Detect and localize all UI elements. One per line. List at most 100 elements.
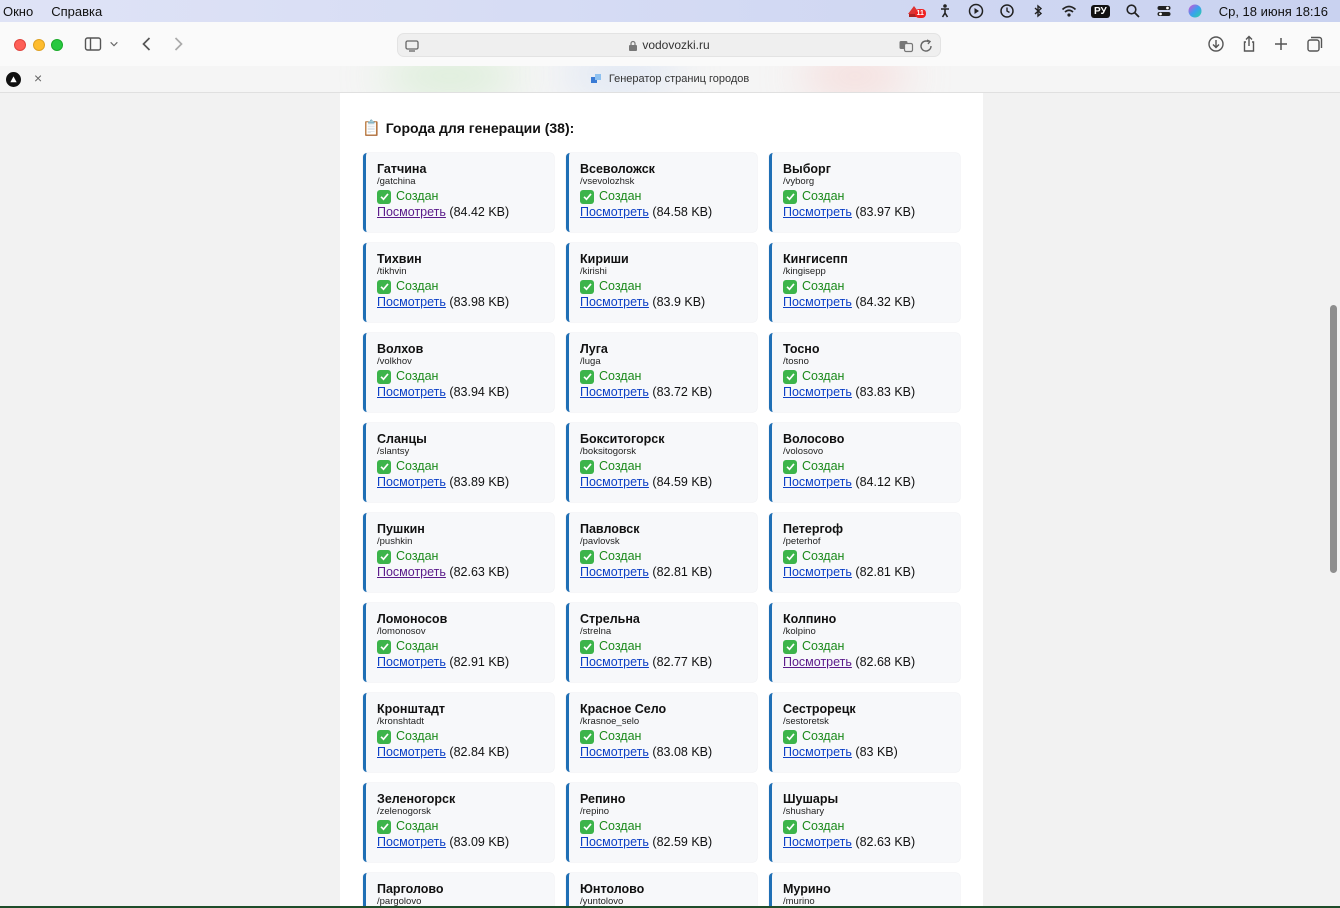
view-page-link[interactable]: Посмотреть [783,835,852,849]
view-line: Посмотреть (82.68 KB) [783,655,960,670]
status-text: Создан [396,369,439,383]
status-text: Создан [802,369,845,383]
view-page-link[interactable]: Посмотреть [377,475,446,489]
reload-icon[interactable] [918,38,934,54]
url-text[interactable]: vodovozki.ru [642,38,709,52]
view-page-link[interactable]: Посмотреть [783,745,852,759]
city-card: Сланцы/slantsy Создан Посмотреть (83.89 KB… [363,423,554,502]
city-card: Тихвин/tikhvin Создан Посмотреть (83.98 KB… [363,243,554,322]
view-page-link[interactable]: Посмотреть [580,565,649,579]
file-size: (82.68 KB) [855,655,916,669]
view-page-link[interactable]: Посмотреть [783,385,852,399]
page-menu-icon[interactable] [404,38,420,54]
share-icon[interactable] [1238,34,1260,54]
check-box-icon [580,639,594,654]
status-text: Создан [802,819,845,833]
menu-window[interactable]: Окно [3,4,33,19]
tab-overview-icon[interactable] [1304,34,1326,54]
address-bar[interactable]: vodovozki.ru [397,33,941,57]
zoom-window-button[interactable] [51,39,63,51]
translate-icon[interactable] [898,38,914,54]
status-badge: Создан [783,818,960,835]
view-page-link[interactable]: Посмотреть [783,655,852,669]
back-button[interactable] [136,34,158,54]
status-badge: Создан [783,728,960,745]
city-card: Павловск/pavlovsk Создан Посмотреть (82.81… [566,513,757,592]
view-page-link[interactable]: Посмотреть [580,475,649,489]
downloads-icon[interactable] [1205,34,1227,54]
close-window-button[interactable] [14,39,26,51]
view-page-link[interactable]: Посмотреть [377,295,446,309]
accessibility-icon[interactable] [930,0,961,22]
view-page-link[interactable]: Посмотреть [377,835,446,849]
spotlight-search-icon[interactable] [1118,0,1149,22]
input-source-indicator[interactable]: РУ [1090,4,1110,18]
view-page-link[interactable]: Посмотреть [580,295,649,309]
view-page-link[interactable]: Посмотреть [580,385,649,399]
status-badge: Создан [377,368,554,385]
tab-bar: × Генератор страниц городов [0,66,1340,93]
menu-help[interactable]: Справка [51,4,102,19]
view-page-link[interactable]: Посмотреть [580,655,649,669]
view-page-link[interactable]: Посмотреть [783,295,852,309]
file-size: (83.9 KB) [652,295,706,309]
sidebar-toggle-icon[interactable] [82,34,104,54]
siri-icon[interactable] [1180,0,1211,22]
view-page-link[interactable]: Посмотреть [377,655,446,669]
city-card: Зеленогорск/zelenogorsk Создан Посмотреть … [363,783,554,862]
check-box-icon [377,279,391,294]
city-name: Ломоносов [377,612,448,626]
view-page-link[interactable]: Посмотреть [377,385,446,399]
control-center-icon[interactable] [1149,0,1180,22]
city-name: Всеволожск [580,162,655,176]
view-line: Посмотреть (82.77 KB) [580,655,757,670]
view-page-link[interactable]: Посмотреть [783,205,852,219]
status-text: Создан [396,459,439,473]
view-line: Посмотреть (84.58 KB) [580,205,757,220]
file-size: (82.81 KB) [652,565,713,579]
check-box-icon [783,189,797,204]
check-box-icon [783,639,797,654]
city-card: Сестрорецк/sestoretsk Создан Посмотреть (8… [769,693,960,772]
view-page-link[interactable]: Посмотреть [377,205,446,219]
status-text: Создан [802,189,845,203]
wifi-icon[interactable] [1054,0,1085,22]
view-page-link[interactable]: Посмотреть [580,205,649,219]
city-slug: /kingisepp [783,266,826,277]
view-line: Посмотреть (84.59 KB) [580,475,757,490]
chevron-down-icon[interactable] [107,34,121,54]
view-page-link[interactable]: Посмотреть [580,745,649,759]
view-line: Посмотреть (84.32 KB) [783,295,960,310]
view-page-link[interactable]: Посмотреть [580,835,649,849]
view-page-link[interactable]: Посмотреть [377,565,446,579]
scrollbar-thumb[interactable] [1330,305,1337,573]
menubar-clock[interactable]: Ср, 18 июня 18:16 [1219,4,1328,19]
status-badge: Создан [377,458,554,475]
city-card: Колпино/kolpino Создан Посмотреть (82.68 K… [769,603,960,682]
tab-page-icon [590,74,601,83]
minimize-window-button[interactable] [33,39,45,51]
view-line: Посмотреть (82.59 KB) [580,835,757,850]
view-line: Посмотреть (83.08 KB) [580,745,757,760]
check-box-icon [580,729,594,744]
play-icon[interactable] [961,0,992,22]
city-card: Бокситогорск/boksitogorsk Создан Посмотрет… [566,423,757,502]
app-status-icon[interactable]: 11 [899,0,930,22]
status-text: Создан [396,819,439,833]
tab-active[interactable]: Генератор страниц городов [0,73,1340,85]
view-line: Посмотреть (84.42 KB) [377,205,554,220]
check-box-icon [580,819,594,834]
forward-button[interactable] [167,34,189,54]
city-name: Кронштадт [377,702,445,716]
city-name: Выборг [783,162,831,176]
time-machine-icon[interactable] [992,0,1023,22]
city-card: Шушары/shushary Создан Посмотреть (82.63 K… [769,783,960,862]
view-page-link[interactable]: Посмотреть [783,565,852,579]
city-slug: /zelenogorsk [377,806,431,817]
view-line: Посмотреть (83.72 KB) [580,385,757,400]
view-page-link[interactable]: Посмотреть [783,475,852,489]
bluetooth-icon[interactable] [1023,0,1054,22]
city-card: Пушкин/pushkin Создан Посмотреть (82.63 KB… [363,513,554,592]
view-page-link[interactable]: Посмотреть [377,745,446,759]
new-tab-icon[interactable] [1270,34,1292,54]
